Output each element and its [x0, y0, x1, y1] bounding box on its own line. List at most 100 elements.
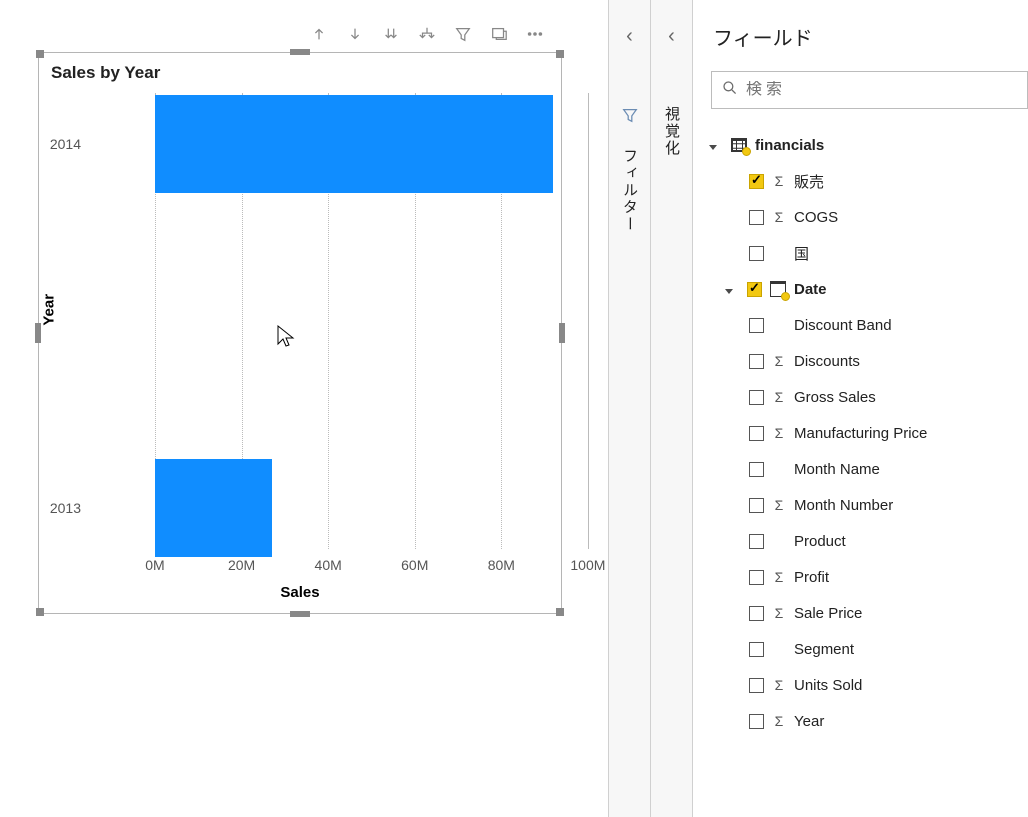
chevron-down-icon[interactable] — [709, 137, 723, 154]
x-tick: 80M — [488, 557, 515, 573]
filter-icon — [621, 106, 639, 124]
chart-title: Sales by Year — [39, 53, 561, 87]
focus-mode-icon[interactable] — [490, 25, 508, 43]
field-label: 販売 — [794, 171, 1028, 192]
resize-handle[interactable] — [36, 50, 44, 58]
field-label: Product — [794, 533, 1028, 550]
field-row-mfg-price[interactable]: Σ Manufacturing Price — [693, 415, 1028, 451]
filters-pane-collapsed[interactable]: フィルター — [608, 0, 650, 817]
field-checkbox[interactable] — [749, 498, 764, 513]
sigma-icon: Σ — [772, 605, 786, 621]
field-row-discounts[interactable]: Σ Discounts — [693, 343, 1028, 379]
more-options-icon[interactable] — [526, 25, 544, 43]
field-row-discount-band[interactable]: Discount Band — [693, 307, 1028, 343]
table-label: financials — [755, 137, 1028, 154]
visualizations-pane-collapsed[interactable]: 視覚化 — [650, 0, 692, 817]
sigma-icon: Σ — [772, 353, 786, 369]
table-icon — [731, 138, 747, 152]
y-axis-label: Year — [41, 294, 58, 326]
resize-handle[interactable] — [290, 49, 310, 55]
field-checkbox[interactable] — [747, 282, 762, 297]
fields-search-input[interactable] — [746, 81, 1017, 99]
field-checkbox[interactable] — [749, 390, 764, 405]
field-label: Month Name — [794, 461, 1028, 478]
field-row-date[interactable]: Date — [693, 271, 1028, 307]
x-tick: 100M — [570, 557, 605, 573]
field-label: 国 — [794, 243, 1028, 264]
y-tick: 2013 — [50, 500, 81, 516]
field-checkbox[interactable] — [749, 714, 764, 729]
date-hierarchy-icon — [770, 281, 786, 297]
resize-handle[interactable] — [290, 611, 310, 617]
field-checkbox[interactable] — [749, 426, 764, 441]
bar-2013[interactable] — [155, 459, 272, 557]
resize-handle[interactable] — [556, 50, 564, 58]
field-checkbox[interactable] — [749, 462, 764, 477]
field-checkbox[interactable] — [749, 318, 764, 333]
y-tick: 2014 — [50, 136, 81, 152]
bar-2014[interactable] — [155, 95, 553, 193]
field-label: Year — [794, 713, 1028, 730]
field-row-gross-sales[interactable]: Σ Gross Sales — [693, 379, 1028, 415]
plot-area: 0M 20M 40M 60M 80M 100M 2014 2013 — [99, 93, 543, 549]
resize-handle[interactable] — [559, 323, 565, 343]
field-checkbox[interactable] — [749, 606, 764, 621]
resize-handle[interactable] — [36, 608, 44, 616]
field-label: COGS — [794, 209, 1028, 226]
field-row-units-sold[interactable]: Σ Units Sold — [693, 667, 1028, 703]
sigma-icon: Σ — [772, 173, 786, 189]
field-label: Manufacturing Price — [794, 425, 1028, 442]
app-root: Sales by Year Year Sales 0M 20M 40M 60M … — [0, 0, 1028, 817]
expand-next-level-icon[interactable] — [418, 25, 436, 43]
field-row-month-name[interactable]: Month Name — [693, 451, 1028, 487]
field-label: Units Sold — [794, 677, 1028, 694]
field-checkbox[interactable] — [749, 210, 764, 225]
fields-search[interactable] — [711, 71, 1028, 109]
sigma-icon: Σ — [772, 713, 786, 729]
expand-all-down-icon[interactable] — [382, 25, 400, 43]
visualizations-pane-label: 視覚化 — [661, 106, 682, 157]
sigma-icon: Σ — [772, 389, 786, 405]
gridline — [588, 93, 589, 549]
field-row-month-number[interactable]: Σ Month Number — [693, 487, 1028, 523]
filter-icon[interactable] — [454, 25, 472, 43]
chevron-left-icon[interactable] — [620, 26, 640, 46]
field-checkbox[interactable] — [749, 246, 764, 261]
field-row-sale-price[interactable]: Σ Sale Price — [693, 595, 1028, 631]
field-label: Discount Band — [794, 317, 1028, 334]
field-label: Discounts — [794, 353, 1028, 370]
fields-pane-title: フィールド — [693, 22, 1028, 71]
sigma-icon: Σ — [772, 677, 786, 693]
x-tick: 0M — [145, 557, 164, 573]
field-checkbox[interactable] — [749, 678, 764, 693]
field-label: Sale Price — [794, 605, 1028, 622]
resize-handle[interactable] — [35, 323, 41, 343]
field-row-year[interactable]: Σ Year — [693, 703, 1028, 739]
chevron-left-icon[interactable] — [662, 26, 682, 46]
field-row-segment[interactable]: Segment — [693, 631, 1028, 667]
field-checkbox[interactable] — [749, 534, 764, 549]
resize-handle[interactable] — [556, 608, 564, 616]
chevron-down-icon[interactable] — [725, 281, 739, 298]
field-row-sales[interactable]: Σ 販売 — [693, 163, 1028, 199]
x-tick: 20M — [228, 557, 255, 573]
table-node-financials[interactable]: financials — [693, 127, 1028, 163]
drill-down-icon[interactable] — [346, 25, 364, 43]
field-checkbox[interactable] — [749, 354, 764, 369]
report-canvas[interactable]: Sales by Year Year Sales 0M 20M 40M 60M … — [0, 0, 608, 817]
sigma-icon: Σ — [772, 569, 786, 585]
field-row-profit[interactable]: Σ Profit — [693, 559, 1028, 595]
field-row-cogs[interactable]: Σ COGS — [693, 199, 1028, 235]
bar-chart-visual[interactable]: Sales by Year Year Sales 0M 20M 40M 60M … — [38, 52, 562, 614]
x-tick: 60M — [401, 557, 428, 573]
search-icon — [722, 80, 738, 101]
x-tick: 40M — [315, 557, 342, 573]
field-checkbox[interactable] — [749, 642, 764, 657]
field-checkbox[interactable] — [749, 174, 764, 189]
field-row-product[interactable]: Product — [693, 523, 1028, 559]
drill-up-icon[interactable] — [310, 25, 328, 43]
field-row-country[interactable]: 国 — [693, 235, 1028, 271]
field-checkbox[interactable] — [749, 570, 764, 585]
field-label: Segment — [794, 641, 1028, 658]
filters-pane-label: フィルター — [619, 148, 640, 233]
